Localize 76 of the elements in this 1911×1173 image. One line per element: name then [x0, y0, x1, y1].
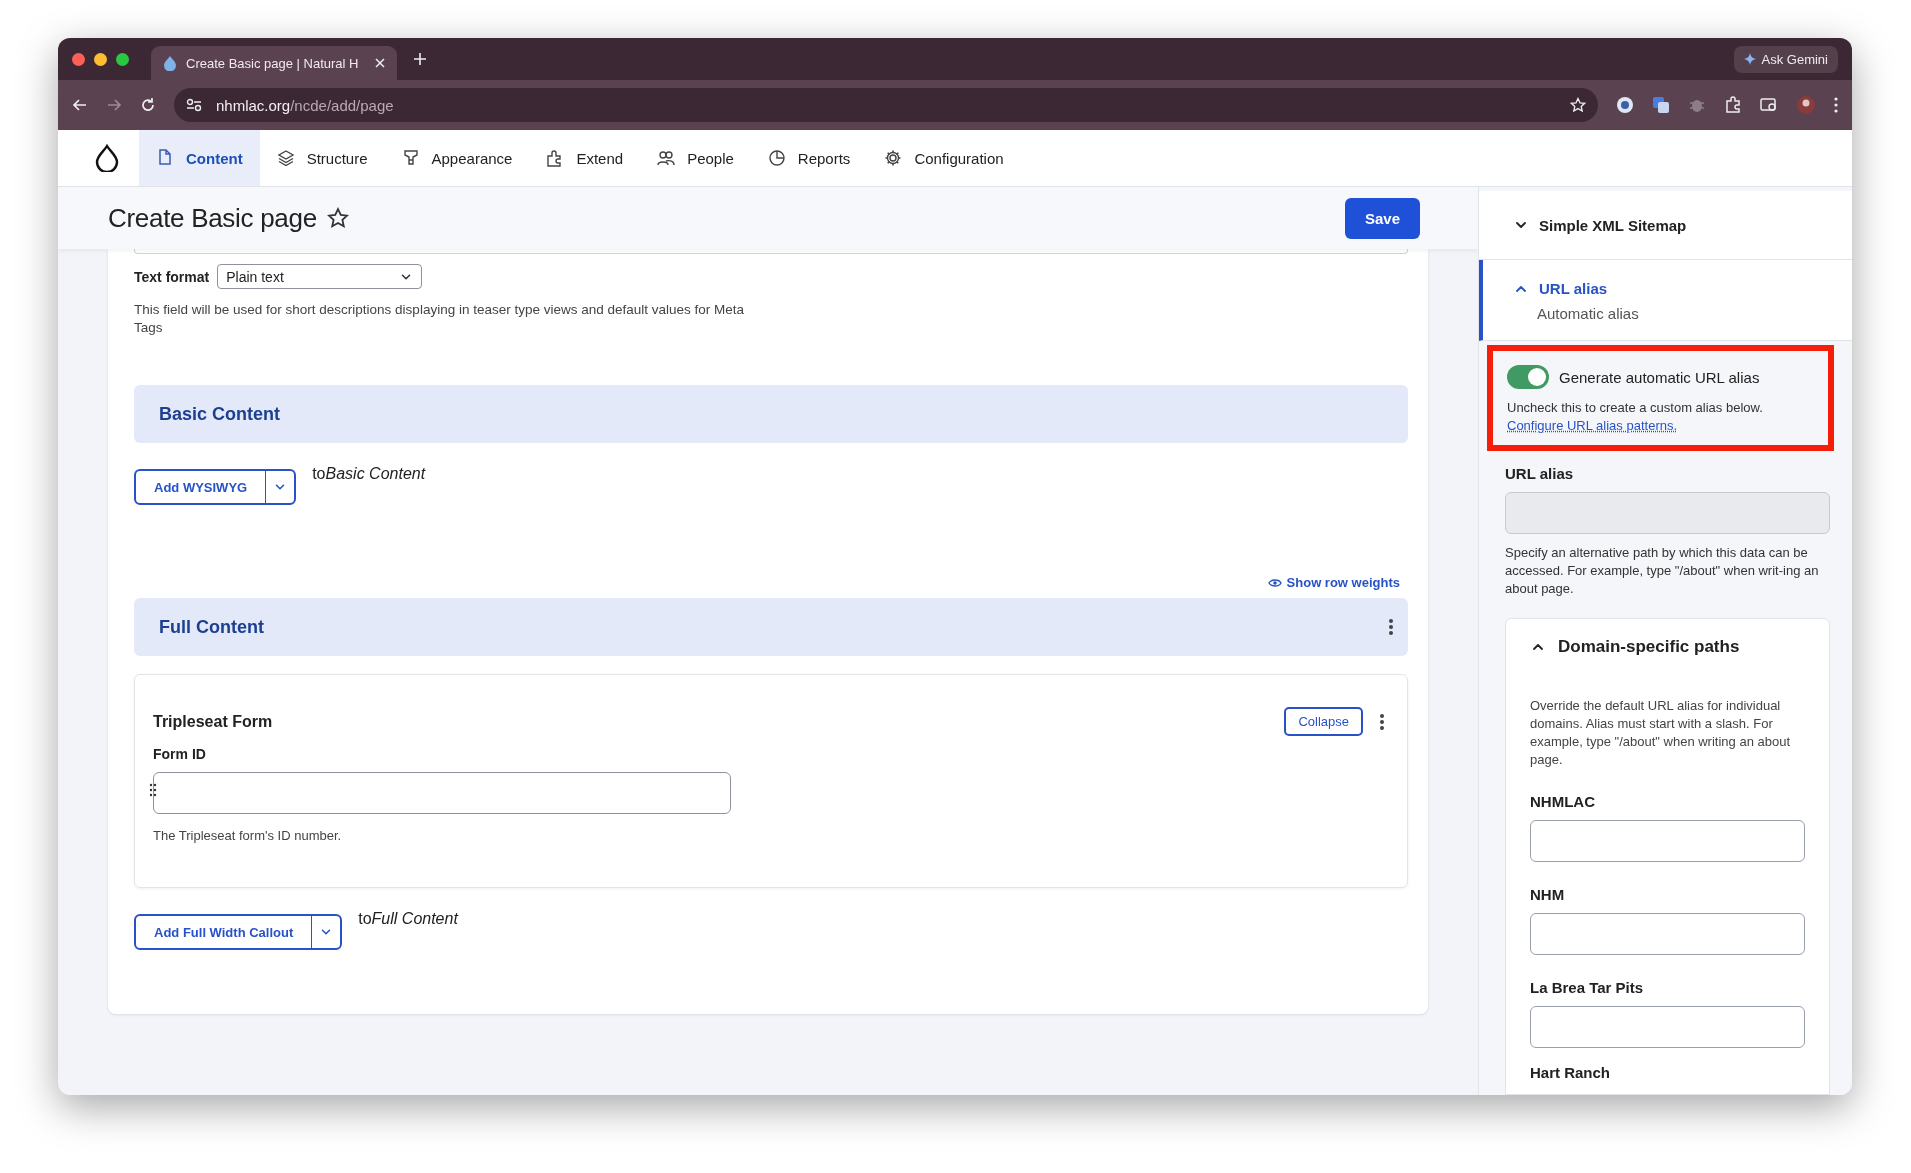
domain-alias-field[interactable] — [1530, 820, 1805, 862]
forward-icon[interactable] — [106, 97, 122, 113]
file-icon — [156, 149, 174, 167]
minimize-window-button[interactable] — [94, 52, 107, 66]
field-label: Hart Ranch — [1530, 1064, 1612, 1081]
sparkle-icon — [1743, 53, 1756, 65]
settings-icon — [884, 149, 903, 167]
collapse-button[interactable]: Collapse — [1284, 707, 1363, 736]
menu-icon[interactable] — [1834, 97, 1838, 113]
drag-handle-icon[interactable] — [149, 783, 157, 797]
drop-icon — [163, 55, 177, 71]
close-icon[interactable] — [375, 58, 386, 68]
section-header: Full Content — [134, 598, 1408, 656]
more-options-icon[interactable] — [1388, 618, 1394, 636]
field-description: Override the default URL alias for individual domains. Alias must start with a slash. For example, type "/about" when writing an about page. — [1530, 697, 1791, 769]
new-tab-icon[interactable] — [413, 52, 428, 66]
add-button[interactable]: Add WYSIWYG — [136, 471, 267, 503]
toggle-label: Generate automatic URL alias — [1559, 368, 1760, 386]
toggle-switch[interactable] — [1507, 365, 1549, 389]
brush-icon — [401, 149, 420, 167]
reload-icon[interactable] — [140, 97, 156, 113]
drop-logo-icon[interactable] — [95, 144, 119, 172]
toolbar-tab[interactable]: Appearance — [384, 130, 530, 186]
more-options-icon[interactable] — [1379, 712, 1385, 731]
text-format-select[interactable]: Plain text — [217, 264, 423, 289]
close-window-button[interactable] — [72, 52, 85, 66]
puzzle-icon[interactable] — [1724, 96, 1742, 114]
zoom-window-button[interactable] — [116, 52, 129, 66]
field-label: NHMLAC — [1530, 793, 1596, 810]
domain-paths-header[interactable]: Domain-specific paths — [1530, 637, 1805, 657]
toolbar-tab[interactable]: Content — [139, 130, 260, 186]
back-icon[interactable] — [72, 97, 88, 113]
show-row-weights-link[interactable]: Show row weights — [1267, 575, 1400, 590]
sitemap-section-header[interactable]: Simple XML Sitemap — [1479, 191, 1852, 260]
address-bar[interactable]: nhmlac.org/ncde/add/page — [174, 88, 1598, 122]
url-alias-section-header[interactable]: URL alias Automatic alias — [1479, 260, 1852, 341]
add-split-button[interactable]: Add WYSIWYG — [134, 469, 297, 505]
save-button[interactable]: Save — [1344, 197, 1420, 239]
toolbar-tab[interactable]: People — [640, 130, 751, 186]
domain-alias-field[interactable] — [1530, 913, 1805, 955]
eye-icon — [1267, 577, 1282, 588]
extension-icon[interactable] — [1616, 96, 1634, 114]
ask-gemini-button[interactable]: Ask Gemini — [1733, 45, 1838, 73]
toolbar-tab[interactable]: Extend — [529, 130, 641, 186]
add-target-text: toBasic Content — [312, 465, 426, 483]
section-summary: Automatic alias — [1537, 305, 1640, 322]
toolbar-tab[interactable]: Reports — [750, 130, 868, 186]
pie-chart-icon — [767, 149, 786, 167]
field-label: Form ID — [153, 746, 207, 762]
toolbar-tab[interactable]: Structure — [259, 130, 385, 186]
toggle-description: Uncheck this to create a custom alias below. Configure URL alias patterns. — [1507, 399, 1764, 435]
layers-icon — [276, 149, 295, 167]
profile-icon[interactable] — [1796, 95, 1816, 115]
add-button[interactable]: Add Full Width Callout — [136, 916, 313, 948]
side-panel-icon[interactable] — [1760, 96, 1778, 114]
domain-alias-field[interactable] — [1530, 1006, 1805, 1048]
form-id-field[interactable] — [153, 772, 731, 814]
field-description: This field will be used for short descriptions displaying in teaser type views and default values for Meta Tags — [134, 301, 746, 337]
paragraph-title: Tripleseat Form — [153, 712, 274, 731]
toolbar-tab[interactable]: Configuration — [867, 130, 1021, 186]
field-label: Text format — [134, 268, 210, 285]
translate-icon[interactable] — [1652, 96, 1670, 114]
field-label: NHM — [1530, 886, 1566, 903]
configure-patterns-link[interactable]: Configure URL alias patterns. — [1507, 418, 1678, 433]
field-description: The Tripleseat form's ID number. — [153, 828, 343, 843]
field-label: La Brea Tar Pits — [1530, 979, 1645, 996]
add-target-text: toFull Content — [358, 910, 458, 928]
field-label: URL alias — [1505, 465, 1575, 482]
add-split-button[interactable]: Add Full Width Callout — [134, 914, 343, 950]
site-settings-icon[interactable] — [186, 98, 202, 112]
page-title: Create Basic page — [108, 202, 317, 234]
browser-tab[interactable]: Create Basic page | Natural H — [151, 46, 398, 80]
star-icon[interactable] — [326, 207, 349, 229]
section-header: Basic Content — [134, 385, 1408, 443]
field-description: Specify an alternative path by which this data can be accessed. For example, type "/about" when writ-ing an about page. — [1505, 544, 1820, 598]
people-icon — [657, 149, 676, 167]
